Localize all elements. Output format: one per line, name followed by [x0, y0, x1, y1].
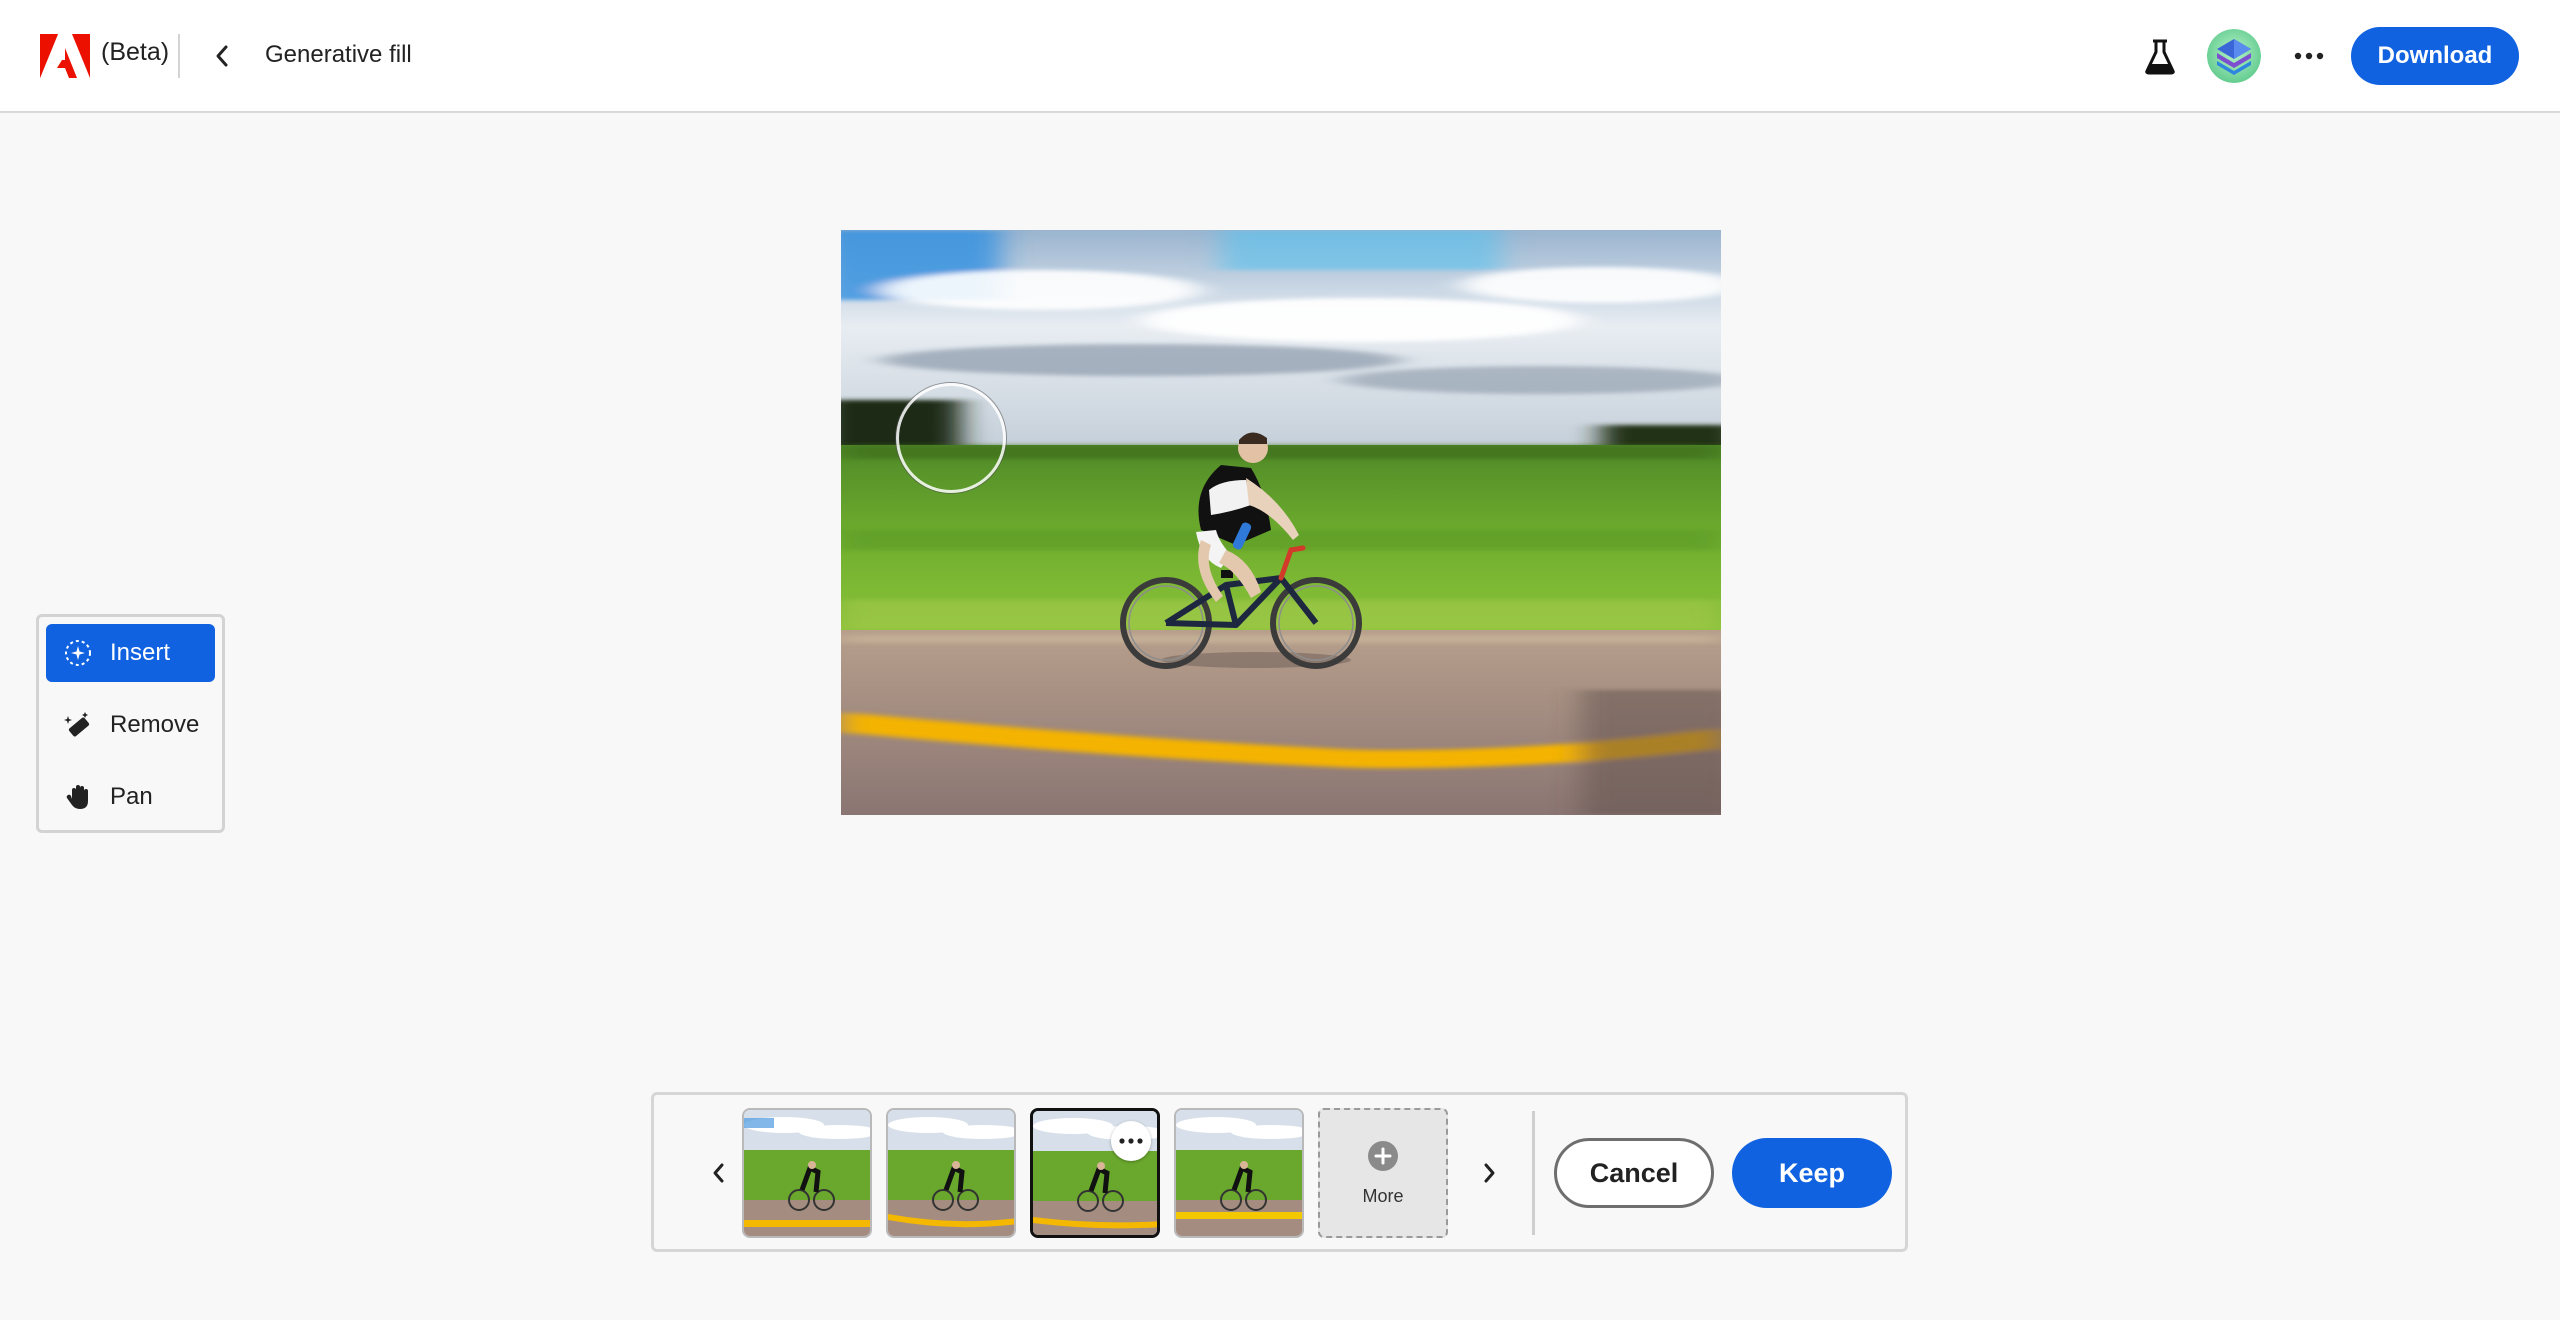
- tool-insert[interactable]: Insert: [46, 624, 215, 682]
- chevron-left-icon: [216, 45, 228, 67]
- avatar[interactable]: [2207, 29, 2261, 83]
- add-circle-icon: [1368, 1140, 1398, 1171]
- chevron-right-icon: [1484, 1163, 1495, 1183]
- image-canvas[interactable]: [841, 230, 1721, 815]
- eraser-sparkle-icon: [62, 709, 94, 741]
- previous-variation-button[interactable]: [698, 1153, 738, 1193]
- beta-badge: (Beta): [101, 38, 170, 66]
- variation-thumbnail-2[interactable]: [886, 1108, 1016, 1238]
- more-label: More: [1362, 1185, 1404, 1206]
- variation-thumbnail-4[interactable]: [1174, 1108, 1304, 1238]
- tool-label: Pan: [110, 783, 153, 810]
- variation-thumbnail-3[interactable]: [1030, 1108, 1160, 1238]
- tool-label: Remove: [110, 711, 200, 738]
- variations-bar: More Cancel Keep: [651, 1092, 1908, 1252]
- tool-remove[interactable]: Remove: [46, 696, 215, 754]
- beaker-icon: [2145, 39, 2175, 75]
- ellipsis-icon: [1119, 1138, 1143, 1144]
- chevron-left-icon: [713, 1163, 724, 1183]
- labs-button[interactable]: [2140, 36, 2180, 78]
- sparkle-brush-icon: [62, 637, 94, 669]
- bar-divider: [1532, 1111, 1535, 1235]
- variation-thumbnail-1[interactable]: [742, 1108, 872, 1238]
- cancel-button[interactable]: Cancel: [1554, 1138, 1714, 1208]
- variation-options-button[interactable]: [1111, 1121, 1151, 1161]
- tool-pan[interactable]: Pan: [46, 768, 215, 826]
- tool-panel: Insert Remove Pan: [36, 614, 225, 833]
- back-button[interactable]: [204, 36, 240, 76]
- next-variation-button[interactable]: [1470, 1153, 1510, 1193]
- more-variations-button[interactable]: More: [1318, 1108, 1448, 1238]
- app-header: (Beta) Generative fill Download: [0, 0, 2560, 113]
- hand-icon: [62, 781, 94, 813]
- adobe-logo[interactable]: [40, 34, 90, 78]
- page-title: Generative fill: [265, 41, 412, 68]
- tool-label: Insert: [110, 639, 171, 666]
- more-options-button[interactable]: [2288, 36, 2330, 76]
- download-button[interactable]: Download: [2351, 27, 2519, 85]
- keep-button[interactable]: Keep: [1732, 1138, 1892, 1208]
- ellipsis-icon: [2294, 52, 2324, 60]
- header-divider: [178, 34, 180, 78]
